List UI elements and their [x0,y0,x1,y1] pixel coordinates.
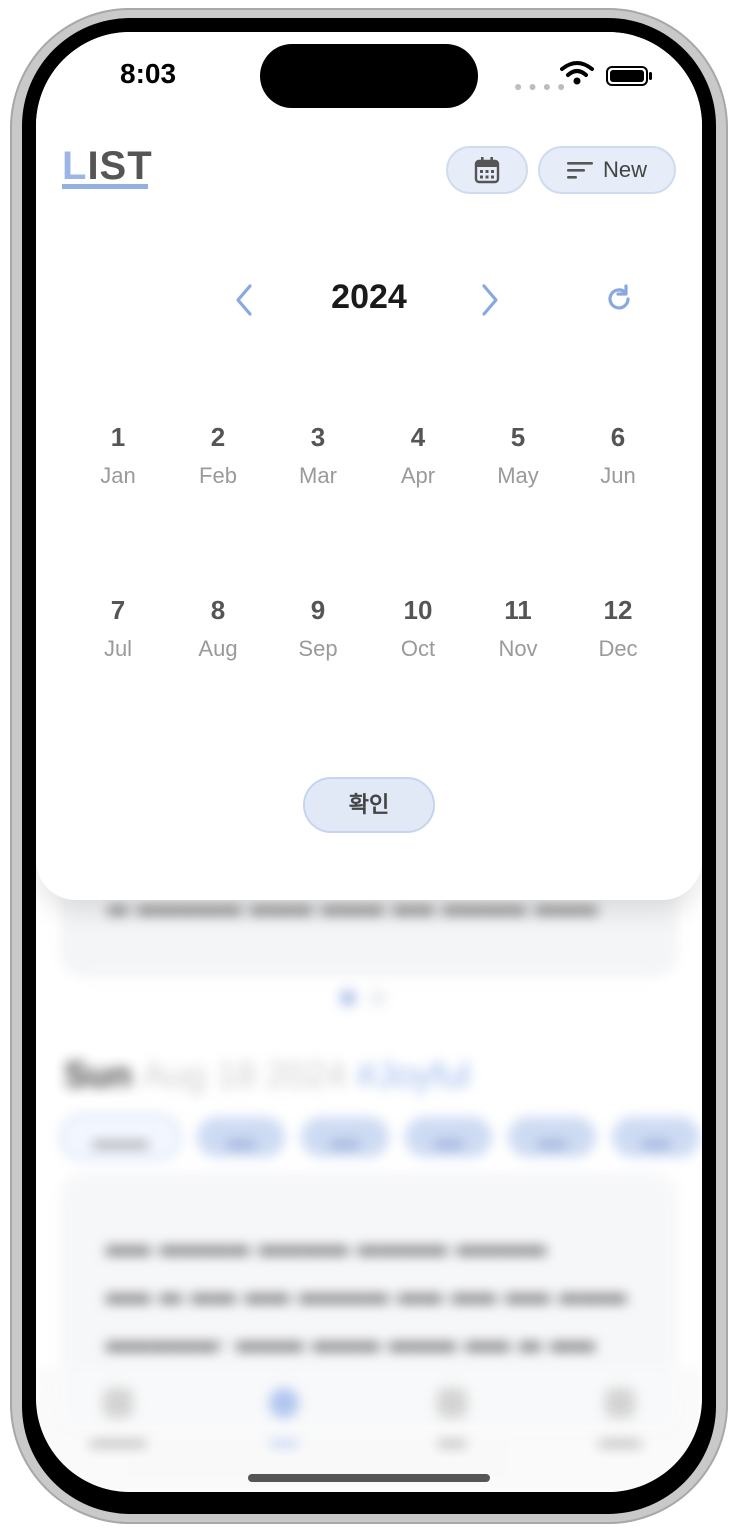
chevron-right-icon[interactable] [478,282,502,318]
background-chip: ▂▂ [197,1117,286,1157]
calendar-button[interactable] [446,146,528,194]
month-name: Aug [198,636,238,661]
background-entry-line: ▂▂ ▂▂▂▂ ▂▂▂▂ ▂▂▂▂ ▂▂▂▂ [106,1223,547,1254]
month-oct[interactable]: 10 Oct [368,595,468,662]
month-number: 6 [610,422,626,452]
month-number: 11 [504,595,532,625]
month-sep[interactable]: 9 Sep [268,595,368,662]
page-dot [370,990,386,1006]
month-number: 2 [210,422,226,452]
background-chip: ▂▂ [404,1117,493,1157]
month-name: Apr [400,463,436,488]
app-logo: LIST [62,144,153,189]
month-apr[interactable]: 4 Apr [368,422,468,489]
month-number: 12 [603,595,633,625]
month-name: Nov [498,636,538,661]
dynamic-island [260,44,478,108]
month-dec[interactable]: 12 Dec [568,595,668,662]
month-number: 4 [410,422,426,452]
month-name: Dec [598,636,638,661]
background-chips: ▂▂▂▂ ▂▂ ▂▂ ▂▂ ▂▂ ▂▂ [60,1114,702,1160]
month-name: Sep [298,636,338,661]
month-mar[interactable]: 3 Mar [268,422,368,489]
month-name: Jan [100,463,136,488]
month-number: 5 [510,422,526,452]
sort-new-button[interactable]: New [538,146,676,194]
logo-first-letter: L [62,144,88,188]
month-name: May [497,463,539,488]
page-dots [340,990,400,1011]
tab-calendar: ▂▂▂▂ [58,1388,178,1447]
tab-list: ▂▂ [224,1388,344,1447]
background-date-row: Sun Aug 18 2024 #Joyful [64,1054,470,1096]
month-number: 1 [110,422,126,452]
month-jul[interactable]: 7 Jul [68,595,168,662]
wifi-icon [560,61,594,85]
confirm-button[interactable]: 확인 [303,777,435,833]
sort-lines-icon [566,162,593,179]
background-chip: ▂▂ [612,1117,700,1157]
home-indicator [248,1474,490,1482]
tab-report: ▂▂ [392,1388,512,1447]
background-mood-tag: #Joyful [356,1054,471,1095]
logo-rest: IST [87,144,153,188]
month-jan[interactable]: 1 Jan [68,422,168,489]
list-icon [269,1388,299,1418]
calendar-icon [103,1388,133,1418]
background-chip: ▂▂▂▂ [60,1114,182,1160]
background-chip: ▂▂ [301,1117,389,1157]
month-number: 10 [403,595,433,625]
report-icon [437,1388,467,1418]
screen: ▂ ▂▂▂▂▂ ▂▂▂ ▂▂▂ ▂▂ ▂▂▂▂ ▂▂▂ Sun Aug 18 2… [36,32,702,1492]
month-feb[interactable]: 2 Feb [168,422,268,489]
month-name: Jun [600,463,636,488]
month-name: Feb [199,463,237,488]
sort-label: New [602,157,647,182]
month-picker-sheet: 8:03 ● ● ● ● LIST New 2024 1 Jan 2 Feb 3… [36,32,702,900]
year-label: 2024 [331,278,407,316]
tab-settings: ▂▂▂ [560,1388,680,1447]
calendar-icon [474,157,500,184]
signal-icon: ● ● ● ● [514,78,567,94]
background-entry-line: ▂▂▂▂▂, ▂▂▂ ▂▂▂ ▂▂▂ ▂▂ ▂ ▂▂ [106,1319,596,1350]
logo-underline [62,184,148,189]
refresh-icon[interactable] [604,284,634,314]
status-time: 8:03 [120,58,177,89]
gear-icon [605,1388,635,1418]
page-dot-active [340,990,356,1006]
month-aug[interactable]: 8 Aug [168,595,268,662]
background-chip: ▂▂ [508,1117,597,1157]
month-may[interactable]: 5 May [468,422,568,489]
month-name: Jul [103,636,133,661]
month-name: Oct [400,636,436,661]
month-number: 9 [310,595,326,625]
month-number: 7 [110,595,126,625]
background-date-day: Sun [64,1054,132,1095]
month-name: Mar [299,463,337,488]
background-date: Aug 18 2024 [142,1054,347,1095]
month-number: 8 [210,595,226,625]
chevron-left-icon[interactable] [232,282,256,318]
month-nov[interactable]: 11 Nov [468,595,568,662]
month-number: 3 [310,422,326,452]
background-entry-line: ▂▂ ▂ ▂▂ ▂▂ ▂▂▂▂ ▂▂ ▂▂ ▂▂ ▂▂▂ [106,1271,627,1302]
battery-icon [606,66,652,86]
month-jun[interactable]: 6 Jun [568,422,668,489]
